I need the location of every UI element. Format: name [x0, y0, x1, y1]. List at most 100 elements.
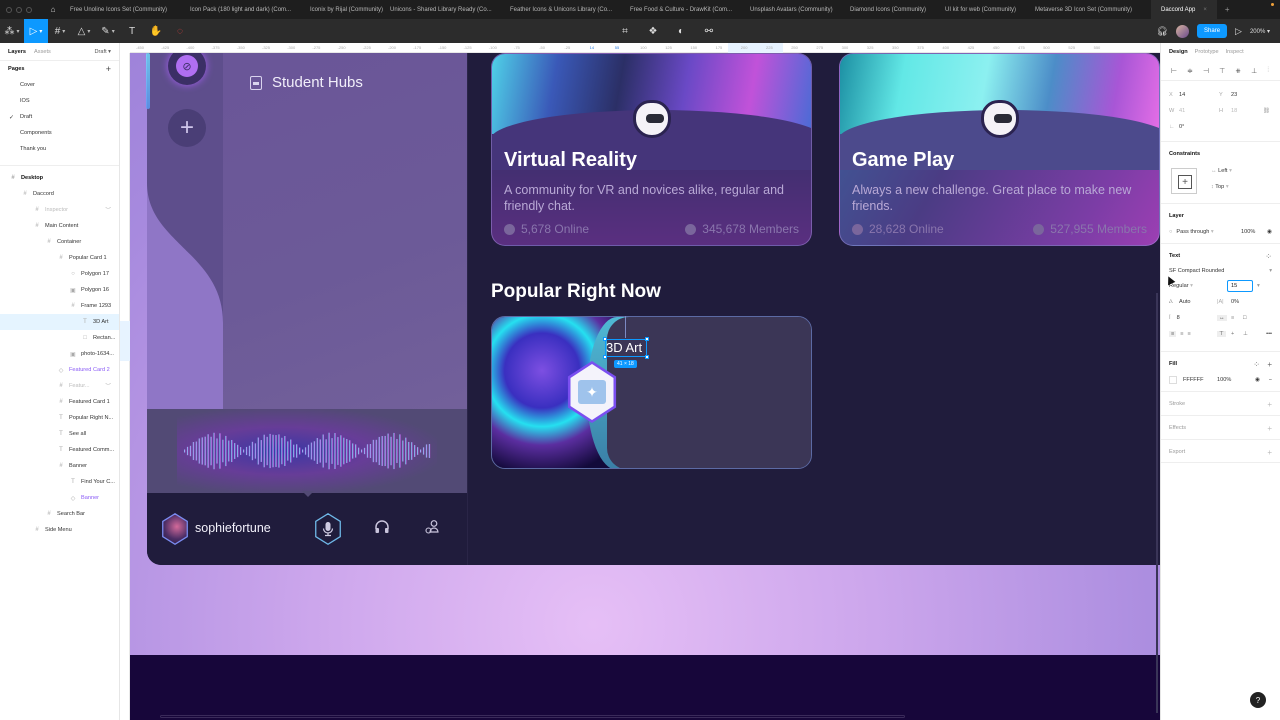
- align-top-icon[interactable]: ⊤: [1219, 67, 1225, 75]
- y-field[interactable]: 23: [1231, 92, 1237, 98]
- file-tab[interactable]: Icon Pack (180 light and dark) (Com...: [190, 0, 310, 19]
- layer-row[interactable]: T Find Your C...: [0, 474, 119, 490]
- design-canvas[interactable]: ⊘ + Student Hubs sophiefortune Virtual R…: [130, 53, 1160, 720]
- text-tool-button[interactable]: T: [120, 19, 144, 43]
- page-item[interactable]: Cover: [0, 77, 119, 93]
- layer-row[interactable]: T See all: [0, 426, 119, 442]
- add-server-button[interactable]: +: [168, 109, 206, 147]
- letter-spacing-field[interactable]: 0%: [1231, 299, 1239, 305]
- auto-height-icon[interactable]: ≡: [1231, 315, 1234, 321]
- file-tab[interactable]: Unsplash Avatars (Community): [750, 0, 850, 19]
- fill-visibility-icon[interactable]: ◉: [1255, 377, 1260, 383]
- align-left-icon[interactable]: ⊢: [1171, 67, 1177, 75]
- fill-color-swatch[interactable]: [1169, 376, 1177, 384]
- height-field[interactable]: 18: [1231, 108, 1237, 114]
- headphones-button[interactable]: [374, 519, 390, 540]
- layer-row[interactable]: T Featured Comm...: [0, 442, 119, 458]
- tab-prototype[interactable]: Prototype: [1195, 49, 1219, 55]
- file-tab[interactable]: Iconix by Rijal (Community): [310, 0, 390, 19]
- blend-mode-dropdown[interactable]: Pass through ▾: [1176, 229, 1213, 235]
- layer-row[interactable]: T 3D Art: [0, 314, 119, 330]
- layer-row[interactable]: # Featured Card 1: [0, 394, 119, 410]
- pen-tool-button[interactable]: ✎ ▾: [96, 19, 120, 43]
- add-fill-icon[interactable]: +: [1267, 360, 1272, 369]
- main-menu-button[interactable]: ⁂ ▾: [0, 19, 24, 43]
- fill-styles-icon[interactable]: ⁘: [1253, 360, 1260, 369]
- font-family-dropdown[interactable]: SF Compact Rounded ▾: [1169, 264, 1272, 278]
- add-friend-button[interactable]: [425, 519, 441, 540]
- file-tab[interactable]: UI kit for web (Community): [945, 0, 1035, 19]
- page-item[interactable]: Thank you: [0, 141, 119, 157]
- tab-design[interactable]: Design: [1169, 49, 1188, 55]
- hidden-icon[interactable]: ︶: [105, 382, 111, 390]
- page-item[interactable]: ✓ Draft: [0, 109, 119, 125]
- paragraph-spacing-field[interactable]: 8: [1177, 315, 1180, 321]
- text-align-left-icon[interactable]: ≡: [1169, 331, 1177, 337]
- align-right-icon[interactable]: ⊣: [1203, 67, 1209, 75]
- vertical-constraint-dropdown[interactable]: ↕ Top ▾: [1211, 184, 1229, 190]
- width-field[interactable]: 41: [1179, 108, 1185, 114]
- file-tab[interactable]: Unicons - Shared Library Ready (Co...: [390, 0, 510, 19]
- tab-assets[interactable]: Assets: [34, 49, 51, 55]
- layer-row[interactable]: # Search Bar: [0, 506, 119, 522]
- layer-row[interactable]: # Side Menu: [0, 522, 119, 538]
- file-tab[interactable]: Free Unoline Icons Set (Community): [70, 0, 190, 19]
- horizontal-scrollbar[interactable]: [160, 715, 905, 718]
- layer-row[interactable]: ◇ Banner: [0, 490, 119, 506]
- mask-button[interactable]: ◐: [669, 19, 693, 43]
- crop-button[interactable]: ⌗: [613, 19, 637, 43]
- file-tab[interactable]: Diamond Icons (Community): [850, 0, 945, 19]
- comment-tool-button[interactable]: ◌: [168, 19, 192, 43]
- more-options-icon[interactable]: •••: [1266, 331, 1272, 337]
- link-button[interactable]: ⚯: [697, 19, 721, 43]
- align-bottom-icon[interactable]: ⊥: [1251, 67, 1257, 75]
- add-stroke-icon[interactable]: +: [1267, 400, 1272, 409]
- featured-card-gameplay[interactable]: Game Play Always a new challenge. Great …: [839, 53, 1160, 246]
- file-tab[interactable]: Feather Icons & Unicons Library (Co...: [510, 0, 630, 19]
- layer-row[interactable]: T Popular Right N...: [0, 410, 119, 426]
- selected-text-layer[interactable]: 3D Art: [606, 340, 642, 355]
- text-align-right-icon[interactable]: ≡: [1188, 331, 1191, 337]
- layer-row[interactable]: ▣ Polygon 16: [0, 282, 119, 298]
- layer-row[interactable]: # Banner: [0, 458, 119, 474]
- headphones-icon[interactable]: 🎧︎: [1157, 26, 1168, 37]
- share-button[interactable]: Share: [1197, 24, 1228, 38]
- align-center-h-icon[interactable]: ≑: [1187, 67, 1193, 75]
- layer-row[interactable]: ○ Polygon 17: [0, 266, 119, 282]
- layer-row[interactable]: # Daccord: [0, 186, 119, 202]
- new-tab-icon[interactable]: +: [1225, 5, 1230, 14]
- tab-inspect[interactable]: Inspect: [1226, 49, 1244, 55]
- layer-row[interactable]: □ Rectan...: [0, 330, 119, 346]
- text-styles-icon[interactable]: ⁘: [1265, 252, 1272, 261]
- layer-row[interactable]: ▣ photo-1634...: [0, 346, 119, 362]
- vertical-align-middle-icon[interactable]: +: [1231, 331, 1234, 337]
- zoom-dropdown[interactable]: 200% ▾: [1250, 28, 1270, 35]
- move-tool-button[interactable]: ▷ ▾: [24, 19, 48, 43]
- page-item[interactable]: IOS: [0, 93, 119, 109]
- vertical-align-bottom-icon[interactable]: ⊥: [1243, 331, 1248, 337]
- component-button[interactable]: ❖: [641, 19, 665, 43]
- layer-row[interactable]: # Popular Card 1: [0, 250, 119, 266]
- add-export-icon[interactable]: +: [1267, 448, 1272, 457]
- layer-row[interactable]: # Container: [0, 234, 119, 250]
- fill-opacity-field[interactable]: 100%: [1217, 377, 1231, 383]
- popular-card-3d-art[interactable]: ✦: [491, 316, 812, 469]
- featured-card-vr[interactable]: Virtual Reality A community for VR and n…: [491, 53, 812, 246]
- layer-row[interactable]: # Main Content: [0, 218, 119, 234]
- layer-row[interactable]: # Frame 1293: [0, 298, 119, 314]
- text-align-center-icon[interactable]: ≡: [1180, 331, 1183, 337]
- remove-fill-icon[interactable]: −: [1269, 377, 1272, 383]
- vertical-scrollbar[interactable]: [1156, 293, 1158, 713]
- layer-opacity-field[interactable]: 100%: [1241, 229, 1255, 235]
- page-selector[interactable]: Draft ▾: [95, 49, 112, 55]
- visibility-eye-icon[interactable]: ◉: [1267, 229, 1272, 235]
- tab-layers[interactable]: Layers: [8, 49, 26, 55]
- user-avatar[interactable]: [1176, 24, 1190, 38]
- close-icon[interactable]: ×: [1203, 7, 1207, 13]
- fixed-size-icon[interactable]: □: [1243, 315, 1246, 321]
- layer-row[interactable]: # Desktop: [0, 170, 119, 186]
- file-tab[interactable]: Metaverse 3D Icon Set (Community): [1035, 0, 1151, 19]
- page-item[interactable]: Components: [0, 125, 119, 141]
- shape-tool-button[interactable]: △ ▾: [72, 19, 96, 43]
- horizontal-constraint-dropdown[interactable]: ↔ Left ▾: [1211, 168, 1232, 174]
